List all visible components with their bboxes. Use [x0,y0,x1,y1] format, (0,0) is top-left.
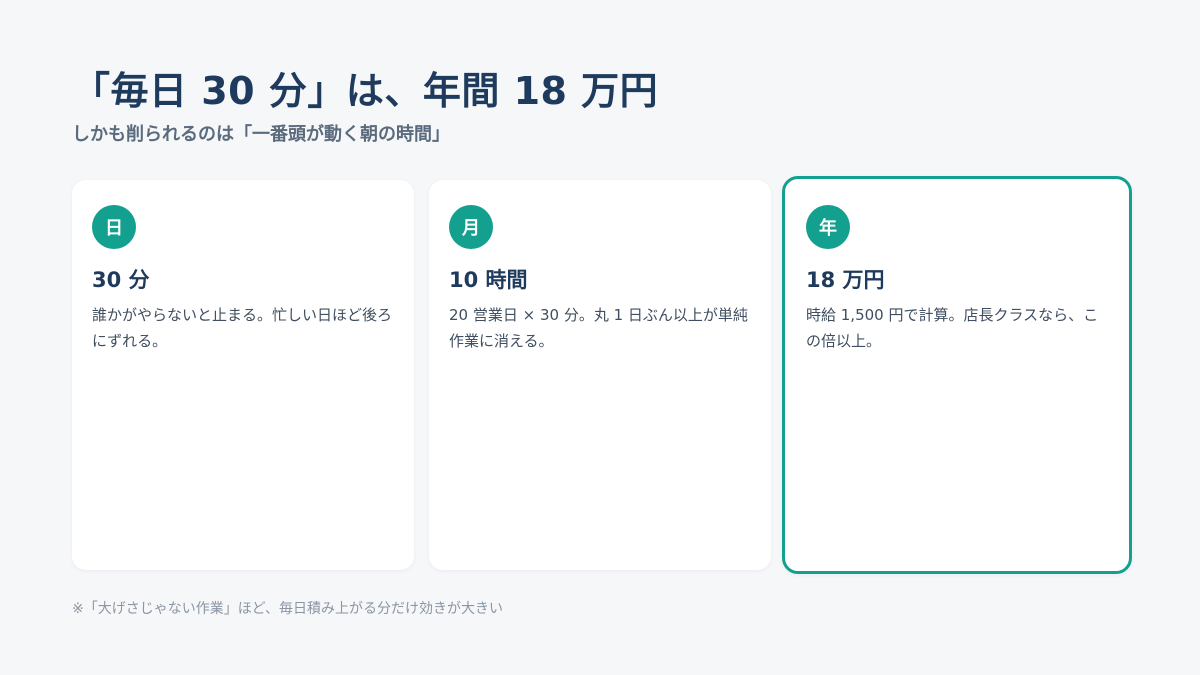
page-title: 「毎日 30 分」は、年間 18 万円 [72,69,659,113]
card-monthly-body: 20 営業日 × 30 分。丸 1 日ぶん以上が単純作業に消える。 [449,306,748,350]
card-monthly: 月 10 時間 20 営業日 × 30 分。丸 1 日ぶん以上が単純作業に消える… [429,180,771,570]
card-daily-body: 誰かがやらないと止まる。忙しい日ほど後ろにずれる。 [92,306,393,350]
card-yearly-title: 18 万円 [806,268,885,292]
card-yearly-highlighted: 年 18 万円 時給 1,500 円で計算。店長クラスなら、この倍以上。 [782,176,1132,574]
page-subtitle: しかも削られるのは「一番頭が動く朝の時間」 [72,124,450,145]
card-monthly-badge: 月 [449,205,493,249]
card-yearly-body: 時給 1,500 円で計算。店長クラスなら、この倍以上。 [806,306,1099,350]
footnote: ※「大げさじゃない作業」ほど、毎日積み上がる分だけ効きが大きい [72,601,504,617]
card-daily-badge: 日 [92,205,136,249]
card-daily: 日 30 分 誰かがやらないと止まる。忙しい日ほど後ろにずれる。 [72,180,414,570]
card-monthly-title: 10 時間 [449,268,528,292]
card-daily-title: 30 分 [92,268,150,292]
slide: 「毎日 30 分」は、年間 18 万円 しかも削られるのは「一番頭が動く朝の時間… [0,0,1200,675]
card-yearly-badge: 年 [806,205,850,249]
card-row: 日 30 分 誰かがやらないと止まる。忙しい日ほど後ろにずれる。 月 10 時間… [72,176,1132,574]
